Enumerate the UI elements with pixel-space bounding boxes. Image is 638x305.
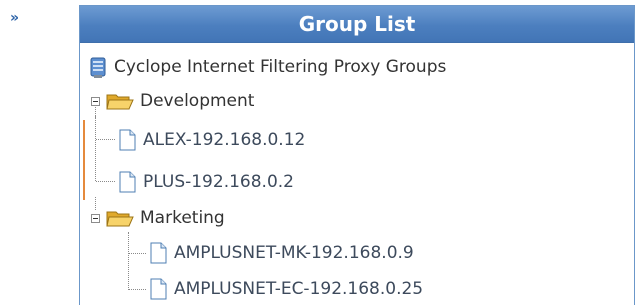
tree-connector (96, 139, 115, 140)
tree-connector (96, 181, 115, 182)
tree-item[interactable]: PLUS-192.168.0.2 (117, 171, 294, 193)
selection-marker (83, 120, 85, 200)
panel-title: Group List (80, 6, 634, 43)
collapse-icon[interactable] (91, 96, 100, 106)
collapse-icon[interactable] (91, 213, 100, 223)
item-label: AMPLUSNET-EC-192.168.0.25 (174, 279, 424, 299)
document-icon (148, 242, 168, 264)
tree-connector (129, 253, 146, 254)
tree-connector (128, 232, 129, 290)
tree-root-label: Cyclope Internet Filtering Proxy Groups (114, 57, 447, 77)
group-development[interactable]: Development (91, 91, 254, 111)
tree-root[interactable]: Cyclope Internet Filtering Proxy Groups (88, 56, 446, 78)
server-icon (88, 56, 108, 78)
group-label: Marketing (140, 208, 225, 228)
folder-open-icon (106, 91, 134, 111)
item-label: PLUS-192.168.0.2 (143, 172, 294, 192)
folder-open-icon (106, 208, 134, 228)
document-icon (117, 129, 137, 151)
tree-connector (129, 289, 146, 290)
document-icon (148, 278, 168, 300)
item-label: AMPLUSNET-MK-192.168.0.9 (174, 243, 414, 263)
tree-item[interactable]: AMPLUSNET-MK-192.168.0.9 (148, 242, 414, 264)
tree-item[interactable]: ALEX-192.168.0.12 (117, 129, 305, 151)
tree-item[interactable]: AMPLUSNET-EC-192.168.0.25 (148, 278, 423, 300)
group-label: Development (140, 91, 255, 111)
tree-connector (95, 116, 96, 181)
group-marketing[interactable]: Marketing (91, 208, 225, 228)
document-icon (117, 171, 137, 193)
collapse-sidebar-button[interactable]: » (10, 10, 19, 26)
item-label: ALEX-192.168.0.12 (143, 130, 306, 150)
